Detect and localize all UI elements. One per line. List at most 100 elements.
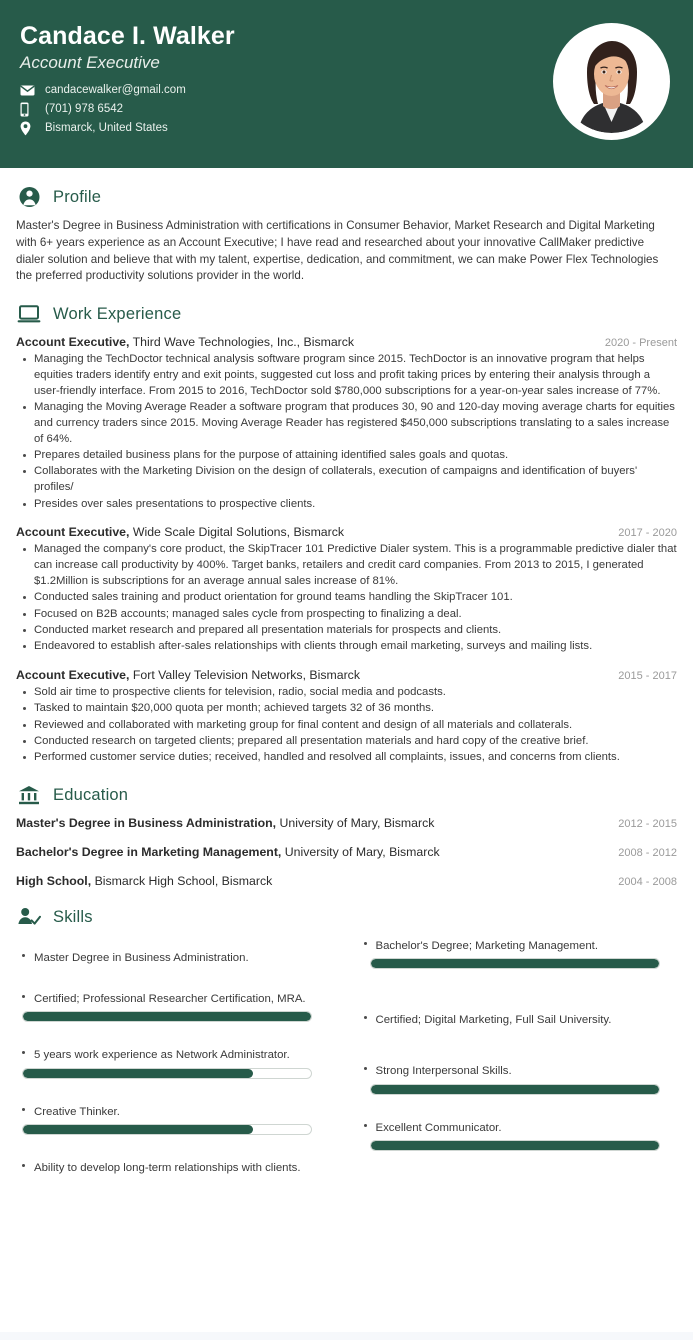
skill-item: Bachelor's Degree; Marketing Management. [358, 938, 678, 970]
skill-label: Certified; Digital Marketing, Full Sail … [375, 1014, 612, 1027]
education-title: Education [53, 785, 129, 804]
education-dates: 2004 - 2008 [618, 876, 677, 889]
education-dates: 2012 - 2015 [618, 818, 677, 831]
job-org: Fort Valley Television Networks, Bismarc… [129, 668, 360, 682]
job-entry: Account Executive, Wide Scale Digital So… [16, 525, 677, 655]
education-dates: 2008 - 2012 [618, 847, 677, 860]
job-header: Account Executive, Wide Scale Digital So… [16, 525, 677, 539]
job-title-line: Account Executive, Wide Scale Digital So… [16, 525, 344, 539]
location-pin-icon [20, 121, 36, 136]
skill-label: Strong Interpersonal Skills. [375, 1065, 512, 1078]
resume-page: Candace I. Walker Account Executive cand… [0, 0, 693, 1340]
job-entry: Account Executive, Fort Valley Televisio… [16, 668, 677, 766]
job-dates: 2017 - 2020 [618, 527, 677, 540]
education-text: Master's Degree in Business Administrati… [16, 816, 434, 830]
skill-progress-fill [23, 1012, 311, 1022]
skills-title: Skills [53, 907, 93, 926]
job-org: Third Wave Technologies, Inc., Bismarck [129, 335, 355, 350]
avatar-image [560, 30, 663, 133]
envelope-icon [20, 83, 36, 98]
skills-column-left: Master Degree in Business Administration… [16, 938, 336, 1189]
list-item: Presides over sales presentations to pro… [16, 497, 677, 513]
skill-label: 5 years work experience as Network Admin… [34, 1049, 290, 1062]
profile-title: Profile [53, 187, 102, 206]
education-degree: Bachelor's Degree in Marketing Managemen… [16, 845, 282, 860]
skill-label: Ability to develop long-term relationshi… [34, 1161, 301, 1174]
resume-body: Profile Master's Degree in Business Admi… [0, 168, 693, 1340]
skills-grid: Master Degree in Business Administration… [16, 938, 677, 1189]
list-item: Endeavored to establish after-sales rela… [16, 639, 677, 655]
contact-location-text: Bismarck, United States [45, 122, 168, 135]
skill-item: Creative Thinker. [16, 1104, 336, 1135]
job-bullets: Managed the company's core product, the … [16, 542, 677, 655]
skill-progress-bar [22, 1067, 312, 1079]
job-dates: 2020 - Present [604, 337, 677, 350]
list-item: Sold air time to prospective clients for… [16, 685, 677, 701]
education-entry: Bachelor's Degree in Marketing Managemen… [16, 845, 677, 859]
user-check-icon [16, 905, 42, 929]
list-item: Prepares detailed business plans for the… [16, 448, 677, 464]
profile-section-header: Profile [16, 185, 677, 209]
skill-progress-bar [22, 1011, 312, 1023]
list-item: Reviewed and collaborated with marketing… [16, 718, 677, 734]
skills-section-header: Skills [16, 905, 677, 929]
contact-email-text: candacewalker@gmail.com [45, 84, 186, 97]
list-item: Conducted sales training and product ori… [16, 590, 677, 606]
job-entry: Account Executive, Third Wave Technologi… [16, 335, 677, 512]
list-item: Performed customer service duties; recei… [16, 750, 677, 766]
section-work-experience: Work Experience Account Executive, Third… [16, 302, 677, 766]
education-text: Bachelor's Degree in Marketing Managemen… [16, 845, 440, 859]
list-item: Conducted research on targeted clients; … [16, 734, 677, 750]
skill-item: Ability to develop long-term relationshi… [16, 1160, 336, 1176]
job-header: Account Executive, Fort Valley Televisio… [16, 668, 677, 682]
job-title-line: Account Executive, Fort Valley Televisio… [16, 668, 360, 682]
skill-progress-bar [22, 1123, 312, 1135]
job-role: Account Executive, [16, 335, 130, 350]
skills-column-right: Bachelor's Degree; Marketing Management.… [358, 938, 678, 1189]
job-title-line: Account Executive, Third Wave Technologi… [16, 335, 354, 349]
job-org: Wide Scale Digital Solutions, Bismarck [129, 525, 345, 540]
skill-label: Creative Thinker. [34, 1105, 120, 1118]
work-section-header: Work Experience [16, 302, 677, 326]
work-title: Work Experience [53, 304, 182, 323]
skill-item: Strong Interpersonal Skills. [358, 1063, 678, 1095]
list-item: Managing the Moving Average Reader a sof… [16, 400, 677, 447]
list-item: Focused on B2B accounts; managed sales c… [16, 607, 677, 623]
mobile-phone-icon [20, 102, 36, 117]
skill-progress-fill [23, 1124, 254, 1134]
resume-header: Candace I. Walker Account Executive cand… [0, 0, 693, 168]
skill-progress-fill [370, 1140, 659, 1150]
job-bullets: Managing the TechDoctor technical analys… [16, 352, 677, 512]
list-item: Tasked to maintain $20,000 quota per mon… [16, 701, 677, 717]
bank-building-icon [16, 783, 42, 807]
skill-progress-bar [369, 958, 660, 970]
footer-strip [0, 1332, 693, 1340]
skill-progress-fill [370, 1084, 659, 1094]
education-entry: Master's Degree in Business Administrati… [16, 816, 677, 830]
skill-label: Excellent Communicator. [375, 1121, 502, 1134]
education-degree: High School, [16, 874, 92, 889]
job-role: Account Executive, [16, 525, 130, 540]
education-school: University of Mary, Bismarck [276, 816, 435, 831]
skill-progress-fill [23, 1068, 254, 1078]
education-entry: High School, Bismarck High School, Bisma… [16, 874, 677, 888]
education-school: Bismarck High School, Bismarck [91, 874, 273, 889]
education-degree: Master's Degree in Business Administrati… [16, 816, 277, 831]
list-item: Managed the company's core product, the … [16, 542, 677, 589]
avatar [553, 23, 670, 140]
section-education: Education Master's Degree in Business Ad… [16, 783, 677, 889]
skill-item: Certified; Digital Marketing, Full Sail … [358, 1012, 678, 1028]
skill-label: Bachelor's Degree; Marketing Management. [375, 940, 599, 953]
job-dates: 2015 - 2017 [618, 670, 677, 682]
user-circle-icon [16, 185, 42, 209]
skill-progress-fill [370, 959, 659, 969]
education-school: University of Mary, Bismarck [281, 845, 440, 860]
skill-item: Certified; Professional Researcher Certi… [16, 991, 336, 1023]
job-header: Account Executive, Third Wave Technologi… [16, 335, 677, 349]
list-item: Collaborates with the Marketing Division… [16, 464, 677, 496]
skill-progress-bar [369, 1139, 660, 1151]
section-skills: Skills Master Degree in Business Adminis… [16, 905, 677, 1189]
profile-text: Master's Degree in Business Administrati… [16, 219, 659, 283]
list-item: Conducted market research and prepared a… [16, 623, 677, 639]
job-bullets: Sold air time to prospective clients for… [16, 685, 677, 766]
